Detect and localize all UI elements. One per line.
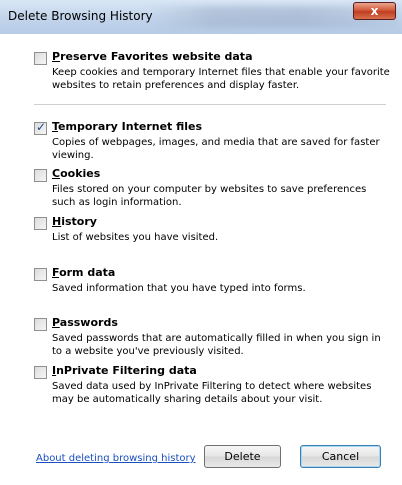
title-bar[interactable]: Delete Browsing History x xyxy=(0,0,402,34)
preserve-favorites-checkbox[interactable] xyxy=(34,52,47,65)
checkmark-icon: ✓ xyxy=(36,120,47,134)
cookies-label[interactable]: Cookies xyxy=(52,167,100,180)
form-data-checkbox[interactable] xyxy=(34,268,47,281)
temporary-internet-files-description: Copies of webpages, images, and media th… xyxy=(52,137,380,161)
passwords-label[interactable]: Passwords xyxy=(52,316,118,329)
preserve-favorites-label[interactable]: Preserve Favorites website data xyxy=(52,50,253,63)
delete-button[interactable]: Delete xyxy=(204,445,281,468)
passwords-checkbox[interactable] xyxy=(34,318,47,331)
preserve-favorites-description: Keep cookies and temporary Internet file… xyxy=(52,67,390,91)
inprivate-filtering-description: Saved data used by InPrivate Filtering t… xyxy=(52,381,372,405)
temporary-internet-files-checkbox[interactable]: ✓ xyxy=(34,120,47,135)
about-deleting-history-link[interactable]: About deleting browsing history xyxy=(36,453,196,464)
dialog-content: Preserve Favorites website data Keep coo… xyxy=(8,34,394,477)
delete-browsing-history-dialog: Delete Browsing History x Preserve Favor… xyxy=(0,0,402,485)
form-data-description: Saved information that you have typed in… xyxy=(52,283,306,294)
history-checkbox[interactable] xyxy=(34,217,47,230)
cookies-description: Files stored on your computer by website… xyxy=(52,184,367,208)
window-title: Delete Browsing History xyxy=(8,9,153,23)
divider xyxy=(34,104,386,105)
temporary-internet-files-label[interactable]: Temporary Internet files xyxy=(52,120,202,133)
inprivate-filtering-label[interactable]: InPrivate Filtering data xyxy=(52,364,197,377)
history-label[interactable]: History xyxy=(52,215,97,228)
inprivate-filtering-checkbox[interactable] xyxy=(34,366,47,379)
cancel-button[interactable]: Cancel xyxy=(300,445,381,468)
cookies-checkbox[interactable] xyxy=(34,169,47,182)
passwords-description: Saved passwords that are automatically f… xyxy=(52,333,381,357)
form-data-label[interactable]: Form data xyxy=(52,266,115,279)
history-description: List of websites you have visited. xyxy=(52,232,219,243)
close-button[interactable]: x xyxy=(353,2,396,20)
